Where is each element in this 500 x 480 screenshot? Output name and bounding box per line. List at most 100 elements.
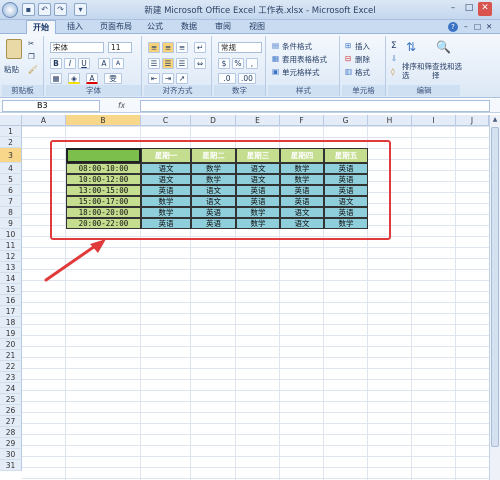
row-header-16[interactable]: 16 [0,295,22,306]
orientation-button[interactable]: ↗ [176,73,188,84]
align-bottom-button[interactable]: ≡ [176,42,188,53]
ribbon-restore-icon[interactable]: □ [474,22,481,31]
row-header-1[interactable]: 1 [0,126,22,137]
autosum-icon[interactable]: Σ [391,41,397,51]
row-header-24[interactable]: 24 [0,383,22,394]
phonetic-button[interactable]: 雯 [104,73,122,84]
maximize-button[interactable]: □ [462,2,476,16]
column-header-b[interactable]: B [66,115,141,126]
copy-icon[interactable]: ❐ [28,52,35,61]
fill-icon[interactable]: ⇩ [391,54,397,63]
format-painter-icon[interactable]: 🖌 [28,65,38,74]
align-middle-button[interactable]: ≡ [162,42,174,53]
tab-insert[interactable]: 插入 [62,20,88,34]
bold-button[interactable]: B [50,58,62,69]
row-header-18[interactable]: 18 [0,317,22,328]
column-header-h[interactable]: H [368,115,412,126]
insert-cells-button[interactable]: 插入 [355,41,370,52]
tab-review[interactable]: 审阅 [210,20,236,34]
vertical-scrollbar[interactable]: ▲ [489,115,500,480]
ribbon-close-icon[interactable]: ✕ [486,22,492,31]
row-header-13[interactable]: 13 [0,262,22,273]
save-icon[interactable]: ▪ [22,3,35,16]
scroll-thumb[interactable] [491,127,499,447]
row-header-10[interactable]: 10 [0,229,22,240]
format-as-table-button[interactable]: 套用表格格式 [282,54,327,65]
cut-icon[interactable]: ✂ [28,39,34,48]
row-header-29[interactable]: 29 [0,438,22,449]
italic-button[interactable]: I [64,58,76,69]
decrease-indent-button[interactable]: ⇤ [148,73,160,84]
fill-color-button[interactable]: ◈ [68,73,80,84]
fx-icon[interactable]: fx [118,101,125,110]
row-header-12[interactable]: 12 [0,251,22,262]
row-header-5[interactable]: 5 [0,174,22,185]
decrease-decimal-button[interactable]: .00 [238,73,256,84]
tab-page-layout[interactable]: 页面布局 [96,20,136,34]
office-logo-icon[interactable] [2,2,18,18]
currency-button[interactable]: $ [218,58,230,69]
font-name-select[interactable]: 宋体 [50,42,104,53]
comma-button[interactable]: , [246,58,258,69]
column-header-c[interactable]: C [141,115,191,126]
redo-icon[interactable]: ↷ [54,3,67,16]
customize-toolbar-icon[interactable]: ▾ [74,3,87,16]
row-header-19[interactable]: 19 [0,328,22,339]
format-cells-button[interactable]: 格式 [355,67,370,78]
borders-button[interactable]: ▦ [50,73,62,84]
row-header-14[interactable]: 14 [0,273,22,284]
align-right-button[interactable]: ☰ [176,58,188,69]
wrap-text-button[interactable]: ↵ [194,42,206,53]
column-header-e[interactable]: E [236,115,280,126]
row-header-31[interactable]: 31 [0,460,22,471]
column-header-j[interactable]: J [456,115,489,126]
tab-view[interactable]: 视图 [244,20,270,34]
row-header-3[interactable]: 3 [0,148,22,163]
shrink-font-button[interactable]: A [112,58,124,69]
sort-filter-button[interactable]: 排序和筛选 [402,62,432,80]
clear-icon[interactable]: ◊ [391,67,395,76]
column-header-g[interactable]: G [324,115,368,126]
undo-icon[interactable]: ↶ [38,3,51,16]
row-header-8[interactable]: 8 [0,207,22,218]
row-header-22[interactable]: 22 [0,361,22,372]
name-box[interactable]: B3 [2,100,100,112]
close-button[interactable]: ✕ [478,2,492,16]
paste-button[interactable]: 粘贴 [4,64,19,75]
row-header-7[interactable]: 7 [0,196,22,207]
tab-data[interactable]: 数据 [176,20,202,34]
scroll-up-icon[interactable]: ▲ [491,116,499,125]
font-color-button[interactable]: A [86,73,98,84]
paste-icon[interactable] [6,39,22,59]
column-header-a[interactable]: A [22,115,66,126]
column-header-f[interactable]: F [280,115,324,126]
select-all-corner[interactable] [0,115,22,126]
row-header-20[interactable]: 20 [0,339,22,350]
row-header-25[interactable]: 25 [0,394,22,405]
row-header-30[interactable]: 30 [0,449,22,460]
increase-decimal-button[interactable]: .0 [218,73,236,84]
column-header-d[interactable]: D [191,115,236,126]
merge-center-button[interactable]: ⇔ [194,58,206,69]
percent-button[interactable]: % [232,58,244,69]
row-header-6[interactable]: 6 [0,185,22,196]
grow-font-button[interactable]: A [98,58,110,69]
find-select-button[interactable]: 查找和选择 [432,62,462,80]
ribbon-minimize-icon[interactable]: – [464,22,468,31]
row-header-4[interactable]: 4 [0,163,22,174]
row-header-27[interactable]: 27 [0,416,22,427]
row-header-17[interactable]: 17 [0,306,22,317]
cell-styles-button[interactable]: 单元格样式 [282,67,320,78]
number-format-select[interactable]: 常规 [218,42,262,53]
formula-input[interactable] [140,100,490,112]
underline-button[interactable]: U [78,58,90,69]
tab-formulas[interactable]: 公式 [142,20,168,34]
row-header-23[interactable]: 23 [0,372,22,383]
align-center-button[interactable]: ☰ [162,58,174,69]
align-top-button[interactable]: ≡ [148,42,160,53]
row-header-26[interactable]: 26 [0,405,22,416]
tab-home[interactable]: 开始 [26,20,56,34]
row-header-28[interactable]: 28 [0,427,22,438]
row-header-2[interactable]: 2 [0,137,22,148]
help-icon[interactable]: ? [448,22,458,32]
